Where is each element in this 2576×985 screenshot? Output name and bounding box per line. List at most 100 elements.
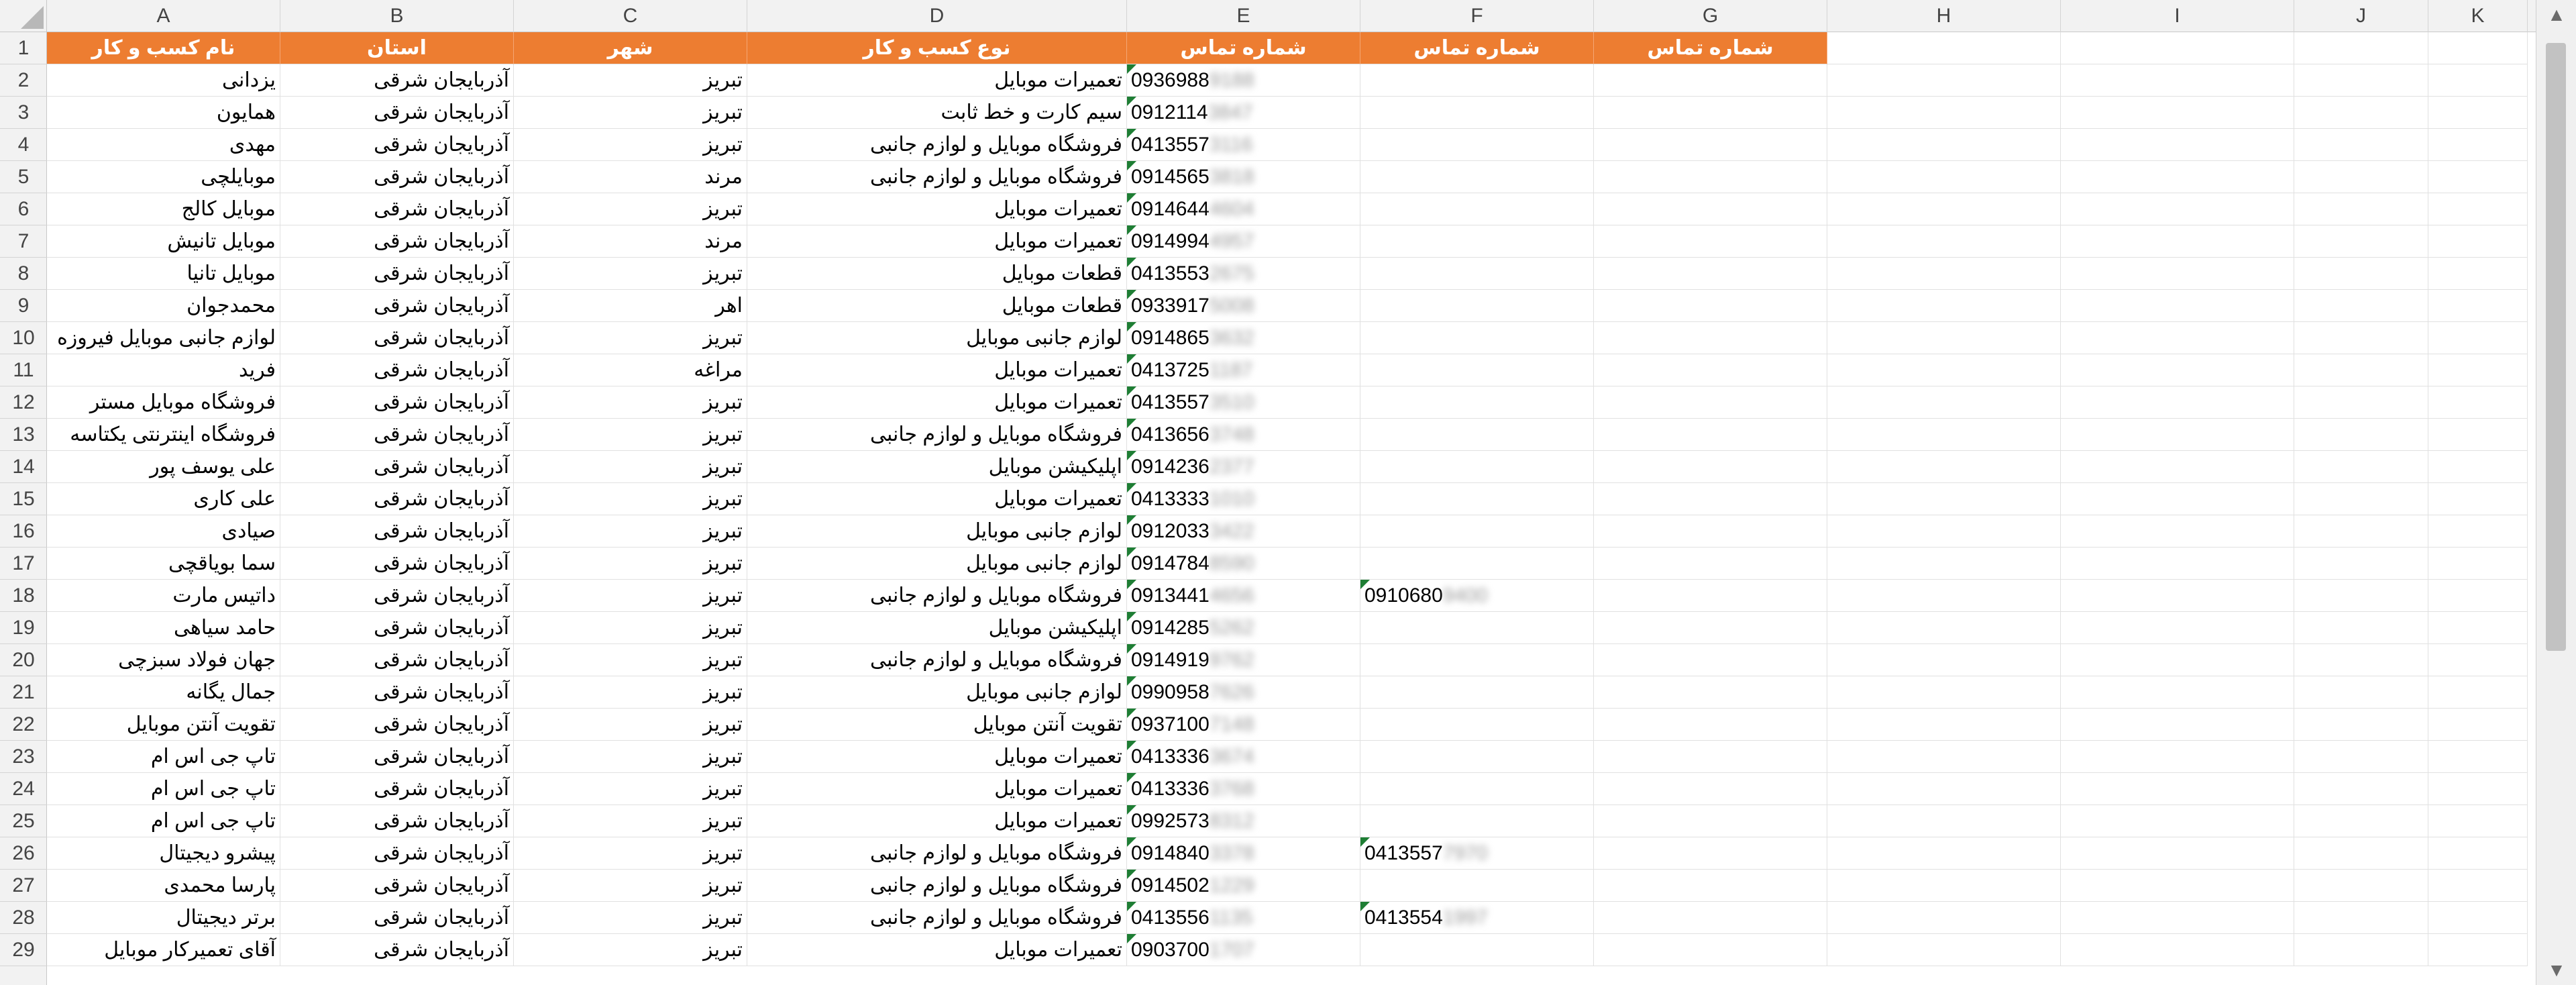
empty-cell[interactable] xyxy=(2428,419,2528,451)
column-header-f[interactable]: F xyxy=(1360,0,1594,32)
row-header[interactable]: 5 xyxy=(0,161,47,193)
empty-cell[interactable] xyxy=(1827,805,2061,837)
cell-phone[interactable]: 04135573510 xyxy=(1127,386,1360,419)
cell-province[interactable]: آذربایجان شرقی xyxy=(280,612,514,644)
cell-type[interactable]: فروشگاه موبایل و لوازم جانبی xyxy=(747,870,1127,902)
empty-cell[interactable] xyxy=(2061,644,2294,676)
cell-province[interactable]: آذربایجان شرقی xyxy=(280,161,514,193)
cell-name[interactable]: محمدجوان xyxy=(47,290,280,322)
empty-cell[interactable] xyxy=(1594,290,1827,322)
empty-cell[interactable] xyxy=(1594,741,1827,773)
cell-type[interactable]: تعمیرات موبایل xyxy=(747,934,1127,966)
cell-province[interactable]: آذربایجان شرقی xyxy=(280,64,514,97)
empty-cell[interactable] xyxy=(2294,934,2428,966)
column-header-j[interactable]: J xyxy=(2294,0,2428,32)
cell-province[interactable]: آذربایجان شرقی xyxy=(280,837,514,870)
cell-name[interactable]: پارسا محمدی xyxy=(47,870,280,902)
empty-cell[interactable] xyxy=(1827,837,2061,870)
cell-phone2[interactable] xyxy=(1360,805,1594,837)
cell-city[interactable]: تبریز xyxy=(514,515,747,548)
cell-name[interactable]: آقای تعمیرکار موبایل xyxy=(47,934,280,966)
cell-phone[interactable]: 09037001707 xyxy=(1127,934,1360,966)
row-header[interactable]: 26 xyxy=(0,837,47,870)
empty-cell[interactable] xyxy=(1827,548,2061,580)
cell-city[interactable]: مرند xyxy=(514,225,747,258)
cell-phone[interactable]: 09925738312 xyxy=(1127,805,1360,837)
empty-cell[interactable] xyxy=(1827,934,2061,966)
cell-province[interactable]: آذربایجان شرقی xyxy=(280,805,514,837)
row-header[interactable]: 4 xyxy=(0,129,47,161)
header-cell[interactable]: شماره تماس xyxy=(1127,32,1360,64)
empty-cell[interactable] xyxy=(1827,676,2061,709)
empty-cell[interactable] xyxy=(2061,548,2294,580)
cell-type[interactable]: قطعات موبایل xyxy=(747,258,1127,290)
cell-name[interactable]: موبایل تانیش xyxy=(47,225,280,258)
column-header-k[interactable]: K xyxy=(2428,0,2528,32)
empty-cell[interactable] xyxy=(2294,129,2428,161)
row-header[interactable]: 24 xyxy=(0,773,47,805)
row-header[interactable]: 8 xyxy=(0,258,47,290)
vertical-scrollbar[interactable]: ▲ ▼ xyxy=(2536,0,2576,985)
row-header[interactable]: 27 xyxy=(0,870,47,902)
cell-city[interactable]: تبریز xyxy=(514,837,747,870)
empty-cell[interactable] xyxy=(2061,676,2294,709)
column-header-e[interactable]: E xyxy=(1127,0,1360,32)
cell-type[interactable]: فروشگاه موبایل و لوازم جانبی xyxy=(747,644,1127,676)
cell-province[interactable]: آذربایجان شرقی xyxy=(280,515,514,548)
cell-province[interactable]: آذربایجان شرقی xyxy=(280,193,514,225)
empty-cell[interactable] xyxy=(2428,676,2528,709)
cell-type[interactable]: فروشگاه موبایل و لوازم جانبی xyxy=(747,419,1127,451)
cell-phone[interactable]: 09120333422 xyxy=(1127,515,1360,548)
column-header-g[interactable]: G xyxy=(1594,0,1827,32)
empty-cell[interactable] xyxy=(1827,451,2061,483)
cell-phone[interactable]: 04137251187 xyxy=(1127,354,1360,386)
header-cell[interactable]: نام کسب و کار xyxy=(47,32,280,64)
cell-phone2[interactable] xyxy=(1360,64,1594,97)
cell-city[interactable]: تبریز xyxy=(514,322,747,354)
cell-city[interactable]: مراغه xyxy=(514,354,747,386)
empty-cell[interactable] xyxy=(1594,419,1827,451)
empty-cell[interactable] xyxy=(2061,773,2294,805)
empty-cell[interactable] xyxy=(2294,97,2428,129)
cell-phone[interactable]: 09148403378 xyxy=(1127,837,1360,870)
cell-type[interactable]: لوازم جانبی موبایل xyxy=(747,676,1127,709)
cell-phone[interactable]: 09149944957 xyxy=(1127,225,1360,258)
cell-name[interactable]: موبایل کالج xyxy=(47,193,280,225)
empty-cell[interactable] xyxy=(2294,64,2428,97)
empty-cell[interactable] xyxy=(2428,548,2528,580)
empty-cell[interactable] xyxy=(1594,225,1827,258)
cell-phone2[interactable] xyxy=(1360,612,1594,644)
cell-phone2[interactable] xyxy=(1360,548,1594,580)
scroll-down-icon[interactable]: ▼ xyxy=(2536,955,2576,985)
empty-cell[interactable] xyxy=(2061,709,2294,741)
row-header[interactable]: 11 xyxy=(0,354,47,386)
row-header[interactable]: 20 xyxy=(0,644,47,676)
cell-province[interactable]: آذربایجان شرقی xyxy=(280,354,514,386)
row-header[interactable]: 3 xyxy=(0,97,47,129)
empty-cell[interactable] xyxy=(1594,193,1827,225)
cell-phone[interactable]: 09142855262 xyxy=(1127,612,1360,644)
cell-type[interactable]: فروشگاه موبایل و لوازم جانبی xyxy=(747,161,1127,193)
cell-phone[interactable]: 09146444604 xyxy=(1127,193,1360,225)
empty-cell[interactable] xyxy=(2428,902,2528,934)
cell-name[interactable]: فرید xyxy=(47,354,280,386)
column-header-h[interactable]: H xyxy=(1827,0,2061,32)
cell-phone[interactable]: 09142362377 xyxy=(1127,451,1360,483)
cell-phone[interactable]: 09148653632 xyxy=(1127,322,1360,354)
cell-city[interactable]: تبریز xyxy=(514,612,747,644)
empty-cell[interactable] xyxy=(2294,354,2428,386)
cell-type[interactable]: لوازم جانبی موبایل xyxy=(747,515,1127,548)
cell-phone2[interactable] xyxy=(1360,290,1594,322)
cell-phone2[interactable] xyxy=(1360,354,1594,386)
empty-cell[interactable] xyxy=(2294,741,2428,773)
empty-cell[interactable] xyxy=(2428,773,2528,805)
empty-cell[interactable] xyxy=(1827,290,2061,322)
scrollbar-thumb[interactable] xyxy=(2546,43,2566,651)
empty-cell[interactable] xyxy=(2294,870,2428,902)
empty-cell[interactable] xyxy=(2428,451,2528,483)
cell-city[interactable]: تبریز xyxy=(514,676,747,709)
cell-phone2[interactable] xyxy=(1360,676,1594,709)
cell-type[interactable]: تعمیرات موبایل xyxy=(747,225,1127,258)
empty-cell[interactable] xyxy=(1827,515,2061,548)
cell-phone2[interactable] xyxy=(1360,483,1594,515)
